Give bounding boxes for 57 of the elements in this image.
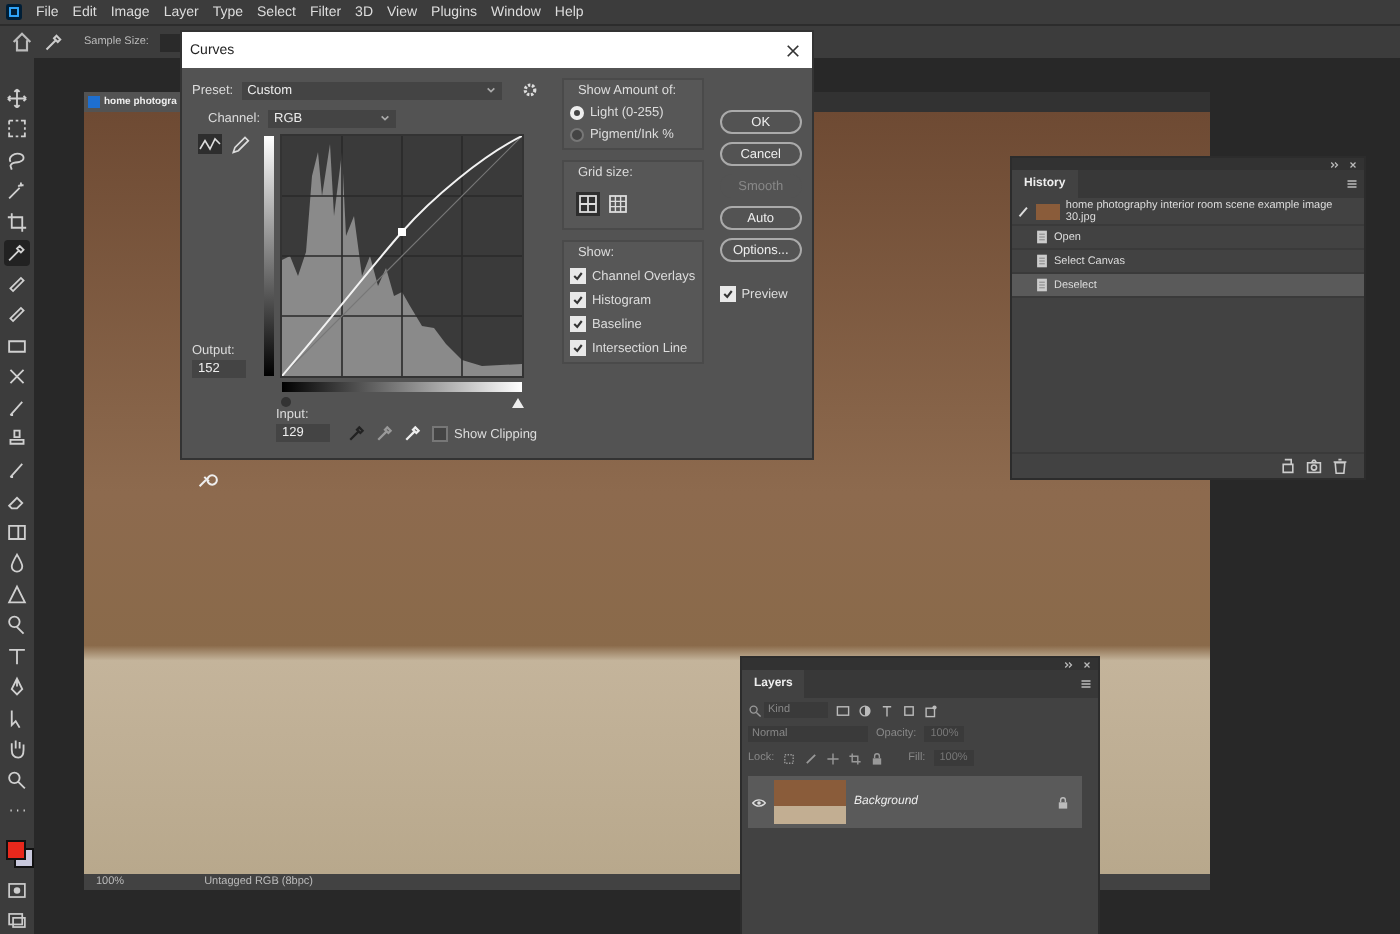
document-icon [88, 96, 100, 108]
settings-icon[interactable] [521, 82, 538, 98]
type-tool-icon[interactable] [4, 643, 30, 669]
foreground-color-swatch[interactable] [5, 839, 25, 860]
snapshot-thumbnail [1035, 203, 1060, 219]
menu-icon[interactable] [1080, 678, 1092, 690]
caret-icon [380, 114, 391, 122]
image-filter-icon[interactable] [836, 703, 850, 717]
lasso-tool-icon[interactable] [4, 147, 30, 173]
lock-icon[interactable] [870, 751, 885, 765]
simple-grid-icon[interactable] [575, 192, 600, 216]
screen-mode-icon[interactable] [4, 908, 30, 934]
document-icon [1036, 254, 1048, 268]
quick-mask-icon[interactable] [4, 877, 30, 903]
eyedropper-tool-icon[interactable] [4, 240, 30, 266]
new-document-icon[interactable] [1280, 458, 1296, 474]
close-icon[interactable] [1348, 159, 1358, 169]
shape-filter-icon[interactable] [902, 703, 916, 717]
history-brush-icon[interactable] [1018, 205, 1030, 217]
lock-icon[interactable] [1056, 795, 1070, 809]
eyedropper-drag-icon[interactable] [198, 472, 220, 488]
document-icon [1036, 278, 1048, 292]
camera-icon[interactable] [1306, 458, 1322, 474]
smart-object-filter-icon[interactable] [924, 703, 938, 717]
curve-graph[interactable] [280, 134, 524, 378]
home-icon[interactable] [12, 32, 32, 52]
app-logo-icon [6, 4, 22, 20]
lock-pixels-icon[interactable] [782, 751, 797, 765]
adjustment-filter-icon[interactable] [858, 703, 872, 717]
zoom-tool-icon[interactable] [4, 767, 30, 793]
wand-tool-icon[interactable] [4, 178, 30, 204]
close-icon[interactable] [1082, 659, 1092, 669]
brush-icon[interactable] [804, 751, 819, 765]
collapse-icon[interactable] [1064, 659, 1074, 669]
menu-icon[interactable] [1346, 178, 1358, 190]
caret-icon [485, 86, 496, 94]
layer-thumbnail [774, 780, 846, 824]
move-tool-icon[interactable] [4, 86, 30, 111]
bandage-tool-icon[interactable] [4, 271, 30, 297]
document-icon [1036, 230, 1048, 244]
marquee-tool-icon[interactable] [4, 116, 30, 142]
curve-point-tool-icon[interactable] [198, 134, 222, 154]
trash-icon[interactable] [1332, 458, 1348, 474]
move-icon[interactable] [826, 751, 841, 765]
dodge-tool-icon[interactable] [4, 612, 30, 638]
bandage-tool-icon[interactable] [4, 302, 30, 328]
collapse-icon[interactable] [1330, 159, 1340, 169]
close-icon[interactable] [786, 43, 800, 57]
pencil-icon[interactable] [228, 134, 252, 154]
gradient-tool-icon[interactable] [4, 519, 30, 545]
checkmark-icon [721, 288, 734, 300]
detailed-grid-icon[interactable] [605, 192, 630, 216]
type-filter-icon[interactable] [880, 703, 894, 717]
triangle-tool-icon[interactable] [4, 581, 30, 607]
visibility-eye-icon[interactable] [752, 797, 766, 807]
search-icon [748, 703, 762, 717]
crop-tool-icon[interactable] [4, 209, 30, 235]
